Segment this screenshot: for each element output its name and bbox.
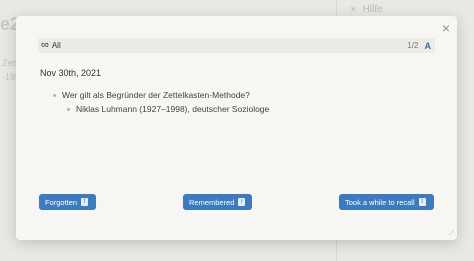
flashcard-modal: × ∞ All 1/2 A Nov 30th, 2021 Wer gilt al… bbox=[16, 16, 457, 240]
infinity-icon: ∞ bbox=[41, 39, 49, 51]
forgotten-label: Forgotten bbox=[45, 197, 78, 207]
question-block: Wer gilt als Begründer der Zettelkasten-… bbox=[53, 90, 250, 100]
resize-handle-icon[interactable]: ⟋ bbox=[449, 230, 454, 238]
took-a-while-label: Took a while to recall bbox=[345, 197, 415, 207]
help-label: Hilfe bbox=[362, 4, 383, 15]
shortcut-key-badge: t bbox=[418, 198, 426, 206]
answer-block: Niklas Luhmann (1927–1998), deutscher So… bbox=[67, 104, 269, 114]
forgotten-button[interactable]: Forgotten f bbox=[39, 194, 96, 210]
close-icon[interactable]: × bbox=[442, 20, 450, 36]
answer-text: Niklas Luhmann (1927–1998), deutscher So… bbox=[76, 104, 270, 114]
filter-label: All bbox=[51, 41, 61, 50]
shortcut-key-badge: r bbox=[238, 198, 246, 206]
shortcut-key-badge: f bbox=[81, 198, 89, 206]
remembered-label: Remembered bbox=[189, 197, 235, 207]
question-text: Wer gilt als Begründer der Zettelkasten-… bbox=[62, 90, 250, 100]
took-a-while-button[interactable]: Took a while to recall t bbox=[339, 194, 434, 210]
background-help-item: ✕ Hilfe bbox=[350, 4, 383, 15]
font-toggle-button[interactable]: A bbox=[425, 41, 432, 51]
card-filter-bar[interactable]: ∞ All 1/2 A bbox=[38, 38, 435, 53]
plus-icon: ✕ bbox=[350, 5, 357, 14]
bullet-icon bbox=[53, 93, 56, 97]
card-counter: 1/2 bbox=[407, 41, 419, 50]
page-date-title: Nov 30th, 2021 bbox=[40, 68, 102, 78]
remembered-button[interactable]: Remembered r bbox=[183, 194, 252, 210]
bullet-icon bbox=[67, 107, 70, 111]
